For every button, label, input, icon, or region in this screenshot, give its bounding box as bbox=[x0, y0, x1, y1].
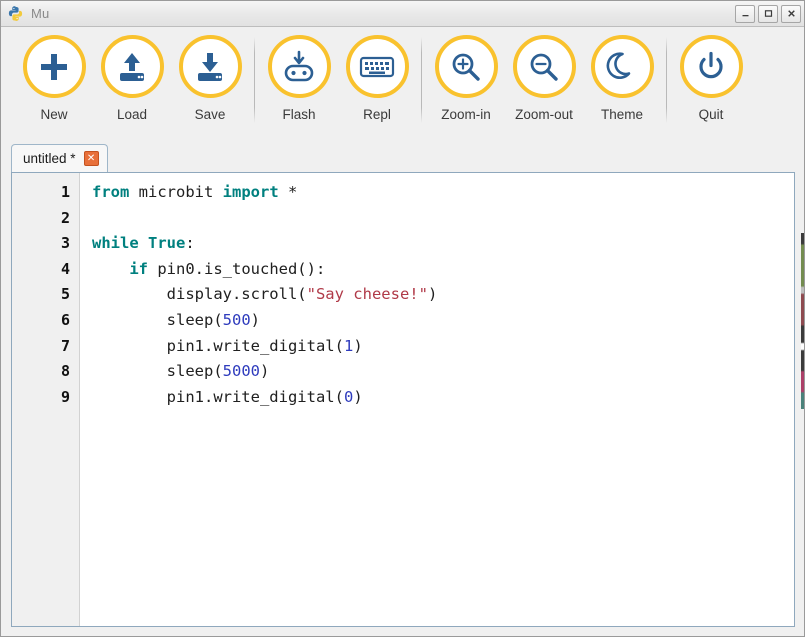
main-toolbar: New Load Save Flash Repl Zoom-in Zoom-ou… bbox=[1, 27, 804, 142]
title-bar: Mu bbox=[1, 1, 804, 27]
line-number: 6 bbox=[60, 310, 70, 329]
toolbar-separator bbox=[254, 37, 255, 123]
code-token-n: 500 bbox=[222, 310, 251, 329]
code-token-n: 5000 bbox=[222, 362, 260, 381]
code-token-k: if bbox=[129, 259, 148, 278]
tab-label: untitled * bbox=[23, 151, 76, 166]
tab-untitled[interactable]: untitled * ✕ bbox=[11, 144, 108, 172]
python-logo-icon bbox=[7, 5, 24, 22]
toolbar-label-load: Load bbox=[116, 107, 148, 122]
code-token-p: sleep( bbox=[92, 362, 223, 381]
line-number: 3 bbox=[60, 234, 70, 253]
code-token-p: pin0.is_touched(): bbox=[148, 259, 326, 278]
code-token-p: ) bbox=[353, 336, 363, 355]
keyboard-icon bbox=[345, 35, 409, 98]
code-token-p bbox=[139, 234, 148, 252]
toolbar-button-load[interactable]: Load bbox=[93, 35, 171, 122]
code-token-p: ) bbox=[259, 362, 270, 381]
line-number: 4 bbox=[60, 259, 70, 278]
code-token-p: microbit bbox=[129, 183, 223, 201]
toolbar-button-theme[interactable]: Theme bbox=[583, 35, 661, 122]
toolbar-label-zoom-out: Zoom-out bbox=[515, 107, 573, 122]
toolbar-button-new[interactable]: New bbox=[15, 35, 93, 122]
code-line: sleep(5000) bbox=[92, 359, 794, 385]
code-token-n: 0 bbox=[343, 387, 354, 406]
toolbar-label-new: New bbox=[40, 107, 68, 122]
code-token-n: 1 bbox=[343, 336, 354, 355]
code-token-p: sleep( bbox=[92, 310, 223, 329]
window-title: Mu bbox=[31, 6, 50, 21]
code-token-k: import bbox=[222, 183, 279, 201]
power-icon bbox=[679, 35, 743, 98]
line-number-gutter: 1 2 3 4 5 6 7 8 9 bbox=[12, 173, 80, 626]
line-number: 7 bbox=[60, 336, 70, 355]
magnifier-minus-icon bbox=[512, 35, 576, 98]
code-token-s: "Say cheese!" bbox=[306, 285, 428, 304]
maximize-button[interactable] bbox=[758, 4, 778, 23]
code-token-k: True bbox=[148, 234, 186, 253]
microbit-flash-icon bbox=[267, 35, 331, 98]
upload-icon bbox=[100, 35, 164, 98]
code-token-k: while bbox=[92, 234, 139, 253]
moon-icon bbox=[590, 35, 654, 98]
tab-close-icon[interactable]: ✕ bbox=[83, 151, 99, 166]
code-token-p: ) bbox=[427, 285, 438, 304]
desktop-edge-artifact bbox=[801, 233, 804, 409]
code-token-p: display.scroll( bbox=[92, 285, 307, 304]
tab-strip: untitled * ✕ bbox=[1, 142, 804, 172]
toolbar-button-repl[interactable]: Repl bbox=[338, 35, 416, 122]
code-token-k: from bbox=[92, 183, 130, 201]
code-token-p: pin1.write_digital( bbox=[92, 387, 344, 406]
toolbar-separator bbox=[666, 37, 667, 123]
code-line: sleep(500) bbox=[92, 308, 794, 334]
toolbar-button-zoom-in[interactable]: Zoom-in bbox=[427, 35, 505, 122]
plus-icon bbox=[22, 35, 86, 98]
toolbar-button-flash[interactable]: Flash bbox=[260, 35, 338, 122]
code-line: from microbit import * bbox=[92, 180, 794, 206]
code-text-area[interactable]: from microbit import * while True: if pin… bbox=[80, 173, 794, 626]
close-icon bbox=[787, 10, 795, 17]
download-save-icon bbox=[178, 35, 242, 98]
code-token-p: : bbox=[185, 234, 195, 253]
toolbar-label-flash: Flash bbox=[282, 107, 316, 122]
code-line: pin1.write_digital(1) bbox=[92, 334, 794, 360]
toolbar-label-save: Save bbox=[194, 107, 226, 122]
line-number: 2 bbox=[60, 208, 70, 227]
mu-editor-window: Mu New Load Save Flash Repl Zoom-in Zoom… bbox=[0, 0, 805, 637]
code-token-p: ) bbox=[353, 387, 363, 406]
line-number: 1 bbox=[60, 183, 70, 201]
line-number: 9 bbox=[60, 387, 70, 406]
code-token-p: * bbox=[278, 183, 298, 201]
line-number: 5 bbox=[60, 285, 70, 304]
toolbar-label-zoom-in: Zoom-in bbox=[441, 107, 491, 122]
code-token-p bbox=[92, 260, 129, 278]
line-number: 8 bbox=[60, 362, 70, 381]
code-line: if pin0.is_touched(): bbox=[92, 257, 794, 283]
toolbar-label-theme: Theme bbox=[600, 107, 644, 122]
toolbar-button-save[interactable]: Save bbox=[171, 35, 249, 122]
toolbar-button-quit[interactable]: Quit bbox=[672, 35, 750, 122]
toolbar-button-zoom-out[interactable]: Zoom-out bbox=[505, 35, 583, 122]
code-token-p: ) bbox=[250, 310, 260, 329]
minimize-icon bbox=[742, 15, 748, 17]
code-editor[interactable]: 1 2 3 4 5 6 7 8 9 from microbit import * while Tr… bbox=[11, 172, 795, 627]
maximize-icon bbox=[764, 10, 772, 17]
code-line: while True: bbox=[92, 231, 794, 257]
code-line: pin1.write_digital(0) bbox=[92, 385, 794, 411]
code-line: display.scroll("Say cheese!") bbox=[92, 282, 794, 308]
close-button[interactable] bbox=[781, 4, 801, 23]
toolbar-label-quit: Quit bbox=[698, 107, 724, 122]
toolbar-label-repl: Repl bbox=[363, 107, 391, 122]
minimize-button[interactable] bbox=[735, 4, 755, 23]
code-token-p: pin1.write_digital( bbox=[92, 336, 344, 355]
toolbar-separator bbox=[421, 37, 422, 123]
magnifier-plus-icon bbox=[434, 35, 498, 98]
window-controls bbox=[735, 4, 801, 23]
